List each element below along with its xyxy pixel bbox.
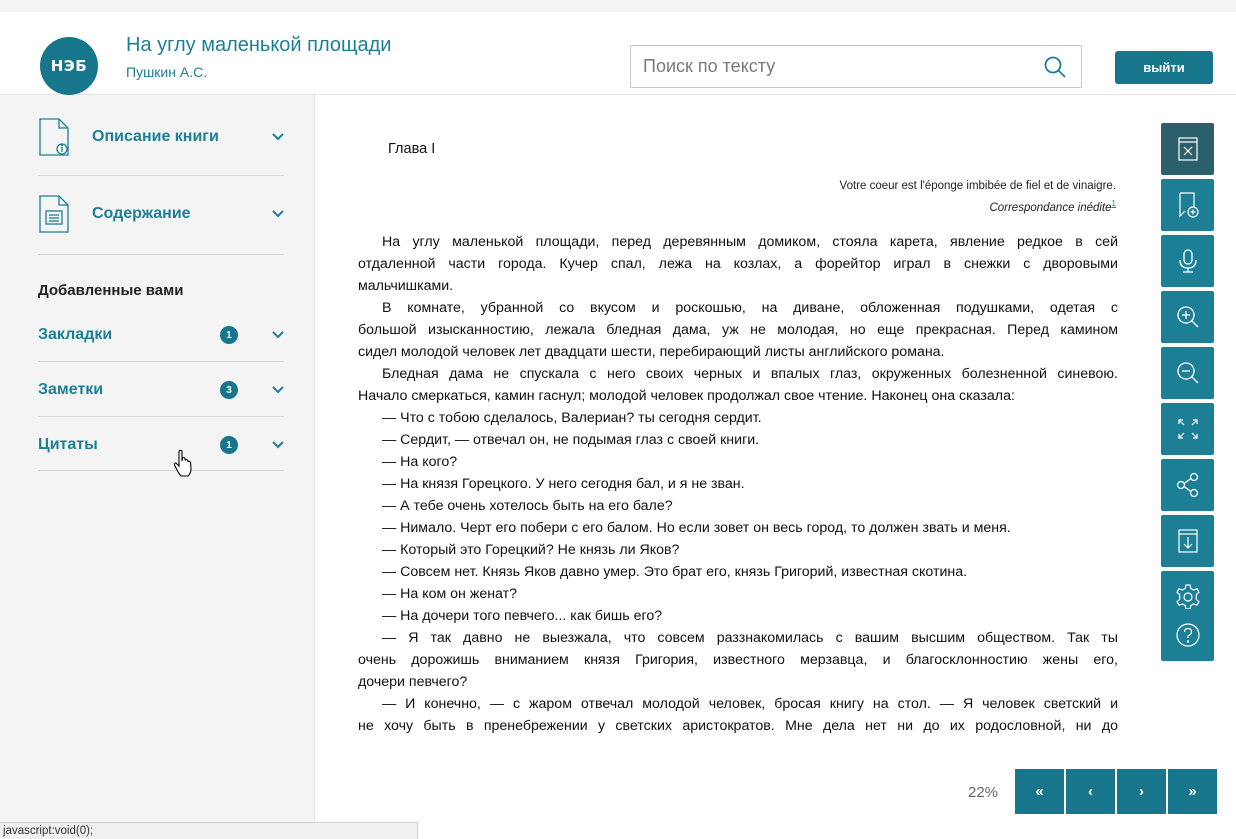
text-line: большой изысканностию, лежала бледная да… [358, 322, 1118, 338]
contents-toggle[interactable]: Содержание [38, 194, 284, 234]
download-button[interactable] [1161, 515, 1214, 567]
next-page-button[interactable]: › [1117, 769, 1166, 814]
text-line: — На дочери того певчего... как бишь его… [382, 608, 663, 624]
text-line: мальчишками. [358, 278, 454, 294]
text-line: — И конечно, — с жаром отвечал молодой ч… [382, 696, 1118, 712]
epigraph: Votre coeur est l'éponge imbibée de fiel… [840, 178, 1116, 217]
chevron-down-icon [272, 331, 284, 339]
text-line: — Который это Горецкий? Не князь ли Яков… [382, 542, 680, 558]
text-line: Бледная дама не спускала с него своих че… [382, 366, 1118, 382]
text-line: Начало смеркаться, камин гаснул; молодой… [358, 388, 1015, 404]
text-line: — На князя Горецкого. У него сегодня бал… [382, 476, 745, 492]
search-input[interactable] [631, 46, 1031, 87]
zoom-out-icon [1176, 362, 1198, 384]
browser-status-bar: javascript:void(0); [0, 822, 418, 839]
bookmarks-count-badge: 1 [220, 326, 238, 344]
notes-count-badge: 3 [220, 381, 238, 399]
download-icon [1177, 529, 1198, 553]
header: НЭБ На углу маленькой площади Пушкин А.С… [0, 0, 1236, 95]
hand-cursor-icon [173, 449, 192, 477]
share-button[interactable] [1161, 459, 1214, 511]
chevron-down-icon [272, 386, 284, 394]
book-description-label: Описание книги [92, 128, 219, 145]
text-line: — Сердит, — отвечал он, не подымая глаз … [382, 432, 760, 448]
text-line: — А тебе очень хотелось быть на его бале… [382, 498, 673, 514]
epigraph-source: Correspondance inédite [989, 201, 1112, 214]
help-button[interactable] [1161, 609, 1214, 661]
add-bookmark-icon [1178, 192, 1199, 218]
last-page-button[interactable]: » [1168, 769, 1217, 814]
reading-progress: 22% [968, 784, 999, 801]
book-title: На углу маленькой площади [126, 34, 392, 56]
text-line: — Что с тобою сделалось, Валериан? ты се… [382, 410, 762, 426]
neb-logo[interactable]: НЭБ [40, 37, 98, 95]
quotes-count-badge: 1 [220, 436, 238, 454]
zoom-in-button[interactable] [1161, 291, 1214, 343]
divider [38, 361, 284, 362]
text-line: очень дорожишь вниманием князя Григория,… [358, 652, 1118, 668]
quotes-toggle[interactable]: Цитаты 1 [38, 433, 284, 457]
divider [38, 175, 284, 176]
text-line: — Я так давно не выезжала, что совсем ра… [382, 630, 1118, 646]
bookmarks-label: Закладки [38, 326, 113, 343]
zoom-in-icon [1176, 306, 1198, 328]
added-by-you-title: Добавленные вами [38, 282, 184, 299]
quotes-label: Цитаты [38, 436, 98, 453]
chevron-down-icon [272, 441, 284, 449]
text-line: — Нимало. Черт его побери с его балом. Н… [382, 520, 1011, 536]
text-line: сидел молодой человек лет двадцати шести… [358, 344, 945, 360]
bookmarks-toggle[interactable]: Закладки 1 [38, 323, 284, 347]
text-line: не хочу быть в пренебрежении у светских … [358, 718, 1118, 734]
help-icon [1175, 623, 1200, 647]
settings-icon [1175, 584, 1200, 610]
contents-icon [39, 195, 69, 233]
divider [38, 416, 284, 417]
footnote-link[interactable]: 1 [1112, 199, 1116, 208]
text-line: — На ком он женат? [382, 586, 518, 602]
divider [38, 254, 284, 255]
add-bookmark-button[interactable] [1161, 179, 1214, 231]
logout-button[interactable]: выйти [1115, 51, 1213, 84]
book-info-icon [39, 118, 69, 156]
contents-label: Содержание [92, 205, 191, 222]
microphone-icon [1178, 249, 1197, 273]
search-box [630, 45, 1082, 88]
share-icon [1176, 472, 1198, 498]
text-line: В комнате, убранной со вкусом и роскошью… [382, 300, 1118, 316]
zoom-out-button[interactable] [1161, 347, 1214, 399]
book-description-toggle[interactable]: Описание книги [38, 117, 284, 157]
fullscreen-button[interactable] [1161, 403, 1214, 455]
chevron-down-icon [272, 210, 284, 218]
book-author: Пушкин А.С. [126, 64, 208, 80]
search-icon[interactable] [1043, 55, 1067, 79]
text-line: — На кого? [382, 454, 458, 470]
epigraph-text: Votre coeur est l'éponge imbibée de fiel… [839, 180, 1116, 192]
fullscreen-icon [1177, 419, 1198, 439]
sidebar: Описание книги Содержание Добавленные ва… [0, 95, 315, 839]
first-page-button[interactable]: « [1015, 769, 1064, 814]
chapter-heading: Глава I [388, 141, 436, 157]
voice-button[interactable] [1161, 235, 1214, 287]
previous-page-button[interactable]: ‹ [1066, 769, 1115, 814]
text-line: — Совсем нет. Князь Яков давно умер. Это… [382, 564, 968, 580]
text-line: отдаленной части города. Кучер спал, леж… [358, 256, 1118, 272]
chevron-down-icon [272, 133, 284, 141]
notes-toggle[interactable]: Заметки 3 [38, 378, 284, 402]
divider [38, 470, 284, 471]
notes-label: Заметки [38, 381, 104, 398]
close-book-button[interactable] [1161, 123, 1214, 175]
close-book-icon [1177, 137, 1198, 161]
text-line: На углу маленькой площади, перед деревян… [382, 234, 1118, 250]
text-line: дочери певчего? [358, 674, 468, 690]
